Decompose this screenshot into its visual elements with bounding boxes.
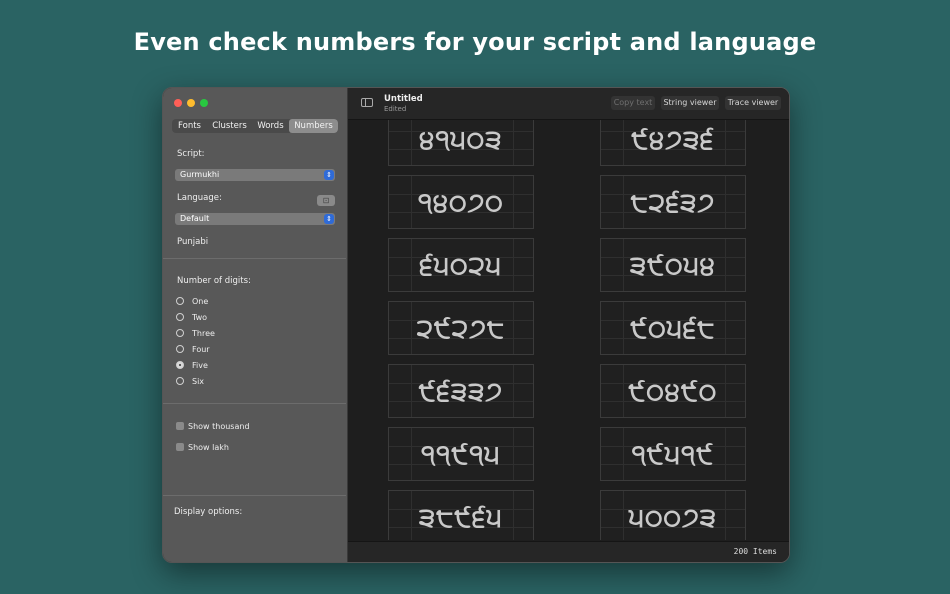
number-sample: ੯੬੩੩੭ [418,377,504,407]
radio-five[interactable]: Five [176,359,208,371]
string-viewer-button[interactable]: String viewer [661,96,719,110]
copy-text-button[interactable]: Copy text [611,96,655,110]
item-count: 200 Items [733,547,777,556]
number-cell: ੯੦੫੬੮ [600,301,746,355]
number-cell: ੯੬੩੩੭ [388,364,534,418]
radio-circle [176,313,184,321]
document-title: Untitled [384,94,423,104]
digits-label: Number of digits: [177,276,251,286]
number-sample: ੯੪੭੩੬ [631,125,715,155]
number-sample: ੩੮੯੬੫ [419,503,503,533]
lock-icon[interactable]: ⊡ [317,195,335,206]
script-label: Script: [177,149,205,159]
number-sample: ੮੨੬੩੭ [630,188,716,218]
divider [163,495,346,496]
number-cell: ੧੯੫੧੯ [600,427,746,481]
radio-label: Three [192,328,215,338]
number-sample: ੪੧੫੦੩ [419,125,503,155]
radio-one[interactable]: One [176,295,208,307]
show-lakh-checkbox[interactable]: Show lakh [176,441,229,453]
radio-six[interactable]: Six [176,375,204,387]
radio-label: One [192,296,209,306]
checkbox-label: Show lakh [188,442,229,452]
number-cell: ੩੮੯੬੫ [388,490,534,540]
tab-numbers[interactable]: Numbers [289,119,338,133]
app-window: Fonts Clusters Words Numbers Script: Gur… [162,87,790,563]
radio-circle [176,345,184,353]
language-label: Language: [177,193,222,203]
mode-tabs: Fonts Clusters Words Numbers [172,119,338,133]
radio-circle [176,329,184,337]
radio-circle [176,377,184,385]
radio-three[interactable]: Three [176,327,215,339]
tab-clusters[interactable]: Clusters [207,119,252,133]
checkbox-box [176,443,184,451]
document-status: Edited [384,105,407,113]
divider [163,258,346,259]
language-select[interactable]: Default ⇕ [175,213,335,225]
chevron-updown-icon: ⇕ [324,170,334,180]
script-select[interactable]: Gurmukhi ⇕ [175,169,335,181]
number-cell: ੯੦੪੯੦ [600,364,746,418]
number-cell: ੫੦੦੭੩ [600,490,746,540]
show-thousand-checkbox[interactable]: Show thousand [176,420,250,432]
number-sample: ੯੦੫੬੮ [630,314,716,344]
radio-circle [176,297,184,305]
status-bar: 200 Items [348,541,789,562]
number-cell: ੨੯੨੭੮ [388,301,534,355]
chevron-updown-icon: ⇕ [324,214,334,224]
radio-four[interactable]: Four [176,343,210,355]
number-sample: ੬੫੦੨੫ [419,251,503,281]
radio-label: Six [192,376,205,386]
number-cell: ੩੯੦੫੪ [600,238,746,292]
window-controls [174,99,208,107]
number-sample: ੩੯੦੫੪ [630,251,716,281]
number-sample: ੧੪੦੭੦ [418,188,504,218]
checkbox-box [176,422,184,430]
tab-words[interactable]: Words [252,119,289,133]
tab-fonts[interactable]: Fonts [172,119,207,133]
number-sample: ੫੦੦੭੩ [628,503,718,533]
headline: Even check numbers for your script and l… [133,28,817,56]
radio-label: Two [192,312,207,322]
number-sample: ੯੦੪੯੦ [628,377,718,407]
radio-label: Four [192,344,210,354]
radio-label: Five [192,360,208,370]
radio-two[interactable]: Two [176,311,207,323]
number-grid: ੪੧੫੦੩ ੯੪੭੩੬ ੧੪੦੭੦ ੮੨੬੩੭ ੬੫੦੨੫ ੩੯੦੫੪ ੨੯੨੭੮ ੯੦੫੬੮… [348,120,789,540]
trace-viewer-button[interactable]: Trace viewer [725,96,781,110]
number-cell: ੮੨੬੩੭ [600,175,746,229]
radio-circle [176,361,184,369]
divider [163,403,346,404]
number-cell: ੪੧੫੦੩ [388,120,534,166]
minimize-icon[interactable] [187,99,195,107]
toolbar: Untitled Edited Copy text String viewer … [348,88,789,120]
language-name: Punjabi [177,237,209,247]
script-value: Gurmukhi [180,170,220,179]
zoom-icon[interactable] [200,99,208,107]
sidebar: Fonts Clusters Words Numbers Script: Gur… [163,88,348,562]
number-cell: ੬੫੦੨੫ [388,238,534,292]
checkbox-label: Show thousand [188,421,250,431]
language-value: Default [180,214,210,223]
number-cell: ੧੧੯੧੫ [388,427,534,481]
sidebar-toggle-icon[interactable] [361,98,373,107]
number-cell: ੯੪੭੩੬ [600,120,746,166]
display-options-label: Display options: [174,507,243,517]
main-area: Untitled Edited Copy text String viewer … [348,88,789,562]
number-sample: ੧੧੯੧੫ [421,440,501,470]
number-sample: ੨੯੨੭੮ [416,314,506,344]
number-sample: ੧੯੫੧੯ [631,440,715,470]
close-icon[interactable] [174,99,182,107]
number-cell: ੧੪੦੭੦ [388,175,534,229]
